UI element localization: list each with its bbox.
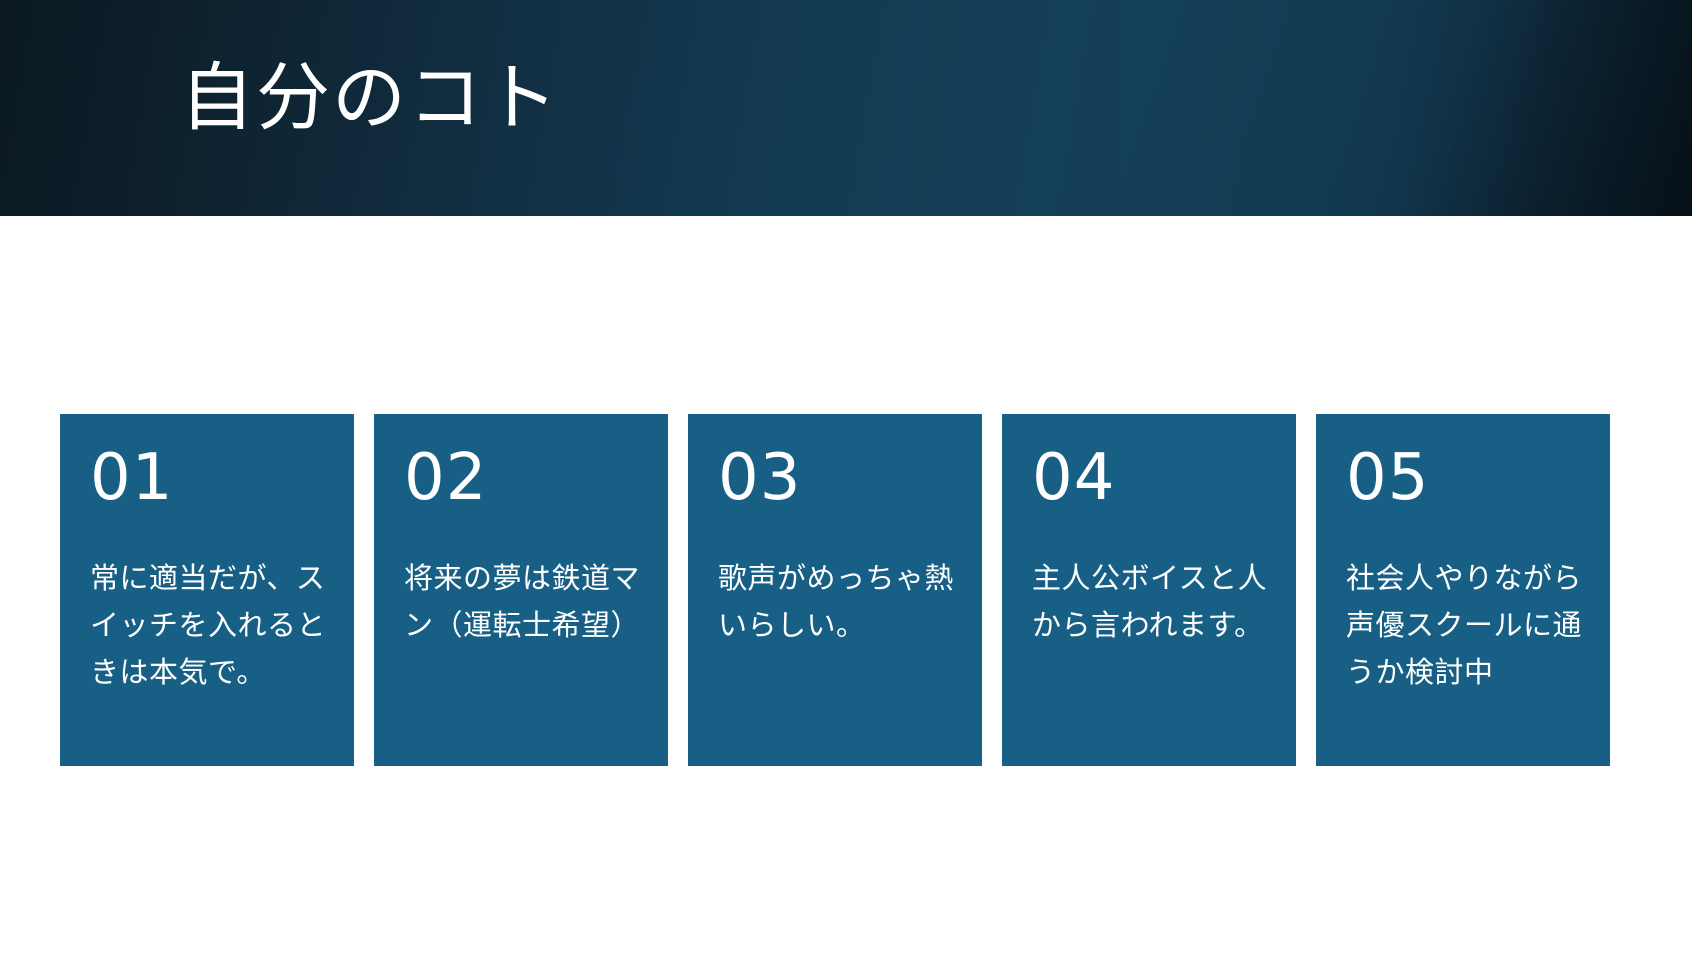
card-row: 01 常に適当だが、スイッチを入れるときは本気で。 02 将来の夢は鉄道マン（運… — [60, 414, 1611, 766]
card-02: 02 将来の夢は鉄道マン（運転士希望） — [374, 414, 668, 766]
card-number: 03 — [718, 441, 802, 515]
card-04: 04 主人公ボイスと人から言われます。 — [1002, 414, 1296, 766]
card-text: 歌声がめっちゃ熱いらしい。 — [718, 560, 955, 642]
card-number: 02 — [404, 441, 488, 515]
header-accent-panel — [1121, 0, 1692, 216]
card-number: 05 — [1346, 441, 1430, 515]
card-text: 主人公ボイスと人から言われます。 — [1032, 560, 1268, 642]
card-03: 03 歌声がめっちゃ熱いらしい。 — [688, 414, 982, 766]
slide-title: 自分のコト — [180, 55, 560, 141]
card-text: 将来の夢は鉄道マン（運転士希望） — [404, 560, 641, 642]
card-05: 05 社会人やりながら声優スクールに通うか検討中 — [1316, 414, 1610, 766]
slide: 自分のコト 01 常に適当だが、スイッチを入れるときは本気で。 02 将来の夢は… — [0, 0, 1692, 955]
card-text: 社会人やりながら声優スクールに通うか検討中 — [1346, 560, 1583, 689]
card-number: 01 — [90, 441, 174, 515]
header-banner: 自分のコト — [0, 0, 1692, 216]
card-01: 01 常に適当だが、スイッチを入れるときは本気で。 — [60, 414, 354, 766]
card-text: 常に適当だが、スイッチを入れるときは本気で。 — [90, 560, 327, 689]
card-number: 04 — [1032, 441, 1116, 515]
